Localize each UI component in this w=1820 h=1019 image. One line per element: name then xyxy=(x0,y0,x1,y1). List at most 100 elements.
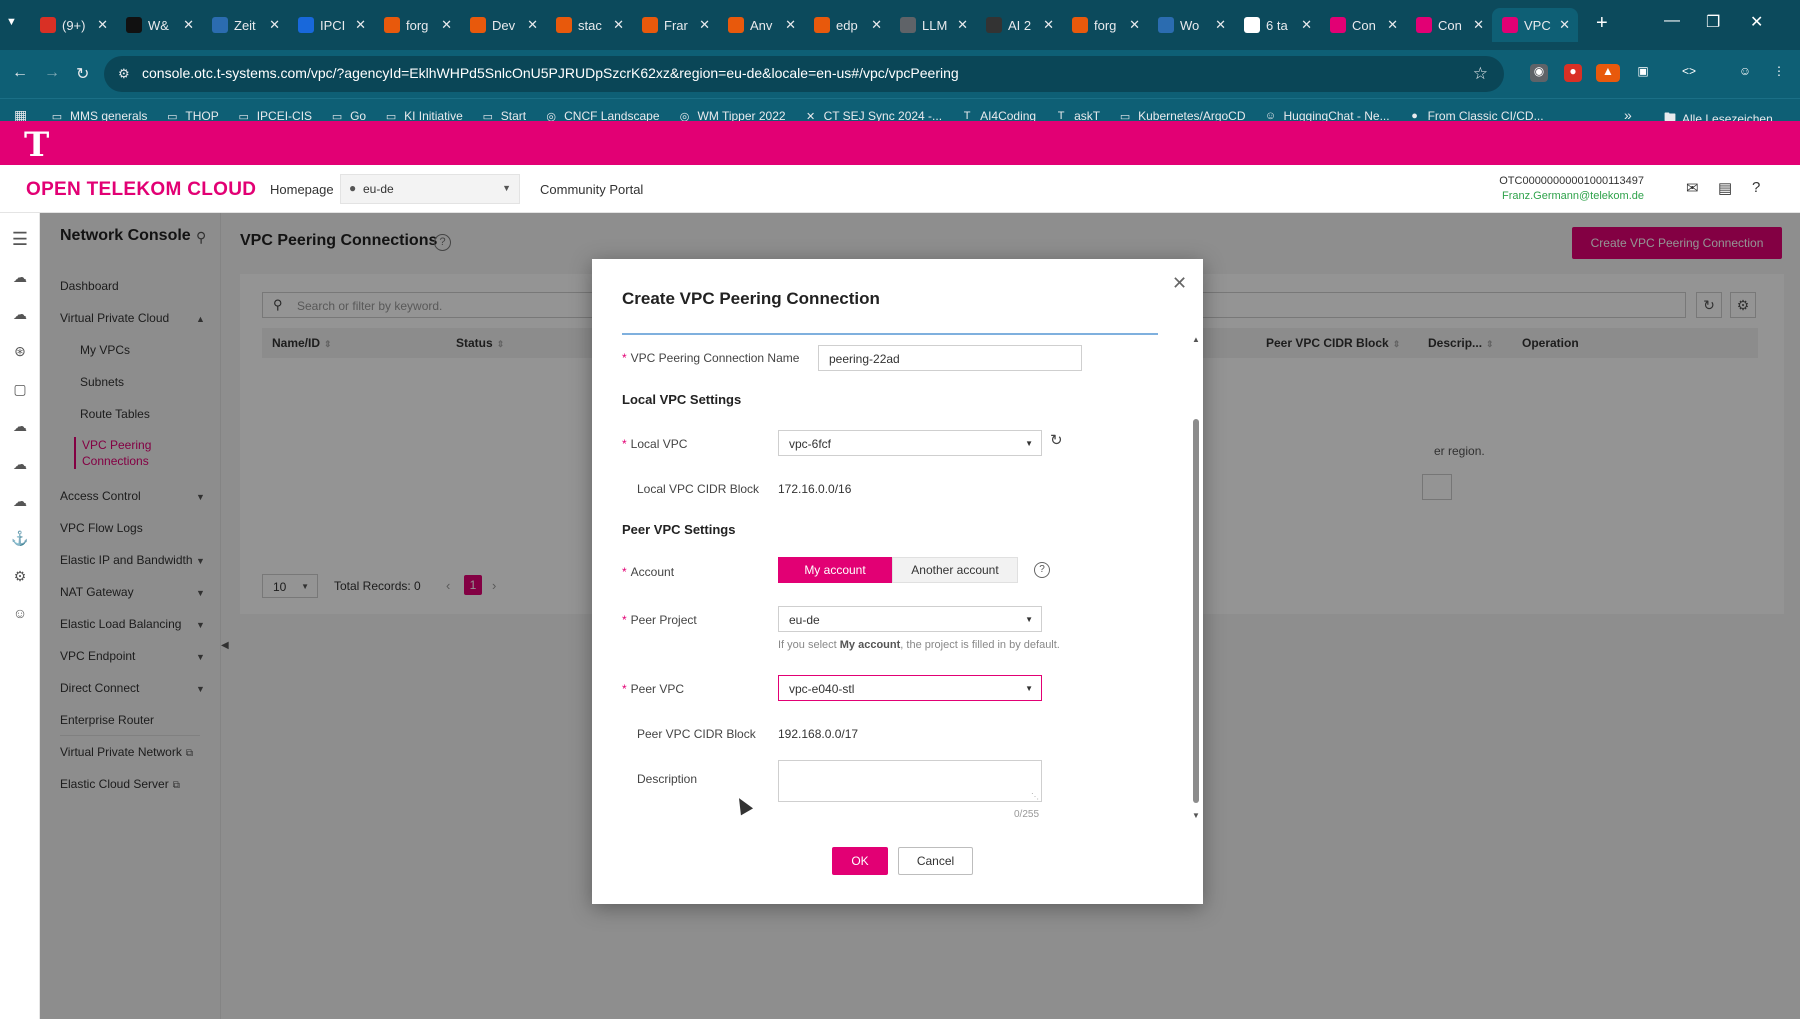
browser-tab[interactable]: Con ✕ xyxy=(1320,8,1406,42)
browser-tab[interactable]: Anv ✕ xyxy=(718,8,804,42)
description-textarea[interactable]: ⋱ xyxy=(778,760,1042,802)
browser-tab[interactable]: W& ✕ xyxy=(116,8,202,42)
browser-tab[interactable]: forg ✕ xyxy=(374,8,460,42)
local-vpc-section-title: Local VPC Settings xyxy=(622,392,742,407)
telekom-t-logo[interactable]: T xyxy=(24,125,49,165)
tab-close-icon[interactable]: ✕ xyxy=(699,17,710,33)
anchor-icon[interactable]: ⚓ xyxy=(10,530,30,548)
chevron-down-icon: ▼ xyxy=(1025,439,1033,448)
window-close-icon[interactable]: ✕ xyxy=(1750,12,1763,32)
extension-icon[interactable]: ▲ xyxy=(1596,64,1620,82)
tab-close-icon[interactable]: ✕ xyxy=(355,17,366,33)
browser-tab[interactable]: Zeit ✕ xyxy=(202,8,288,42)
users-icon[interactable]: ☺ xyxy=(10,605,30,623)
browser-tab[interactable]: Con ✕ xyxy=(1406,8,1492,42)
browser-menu-icon[interactable]: ⋮ xyxy=(1770,64,1788,82)
peering-name-input[interactable]: peering-22ad xyxy=(818,345,1082,371)
tab-close-icon[interactable]: ✕ xyxy=(1559,17,1570,33)
scroll-up-icon[interactable]: ▲ xyxy=(1192,335,1200,344)
extension-icon[interactable]: ● xyxy=(1564,64,1582,82)
region-select[interactable]: ● eu-de ▼ xyxy=(340,174,520,204)
settings-icon[interactable]: ⚙ xyxy=(10,568,30,586)
browser-tab[interactable]: AI 2 ✕ xyxy=(976,8,1062,42)
ok-button[interactable]: OK xyxy=(832,847,888,875)
extensions-puzzle-icon[interactable]: ▣ xyxy=(1634,64,1652,82)
browser-tab[interactable]: (9+) ✕ xyxy=(30,8,116,42)
tab-close-icon[interactable]: ✕ xyxy=(1129,17,1140,33)
cloud-icon[interactable]: ☁ xyxy=(10,418,30,436)
account-email[interactable]: Franz.Germann@telekom.de xyxy=(1470,190,1644,202)
account-id[interactable]: OTC00000000001000113497 xyxy=(1494,175,1644,187)
tab-search-icon[interactable]: ▼ xyxy=(6,16,22,32)
help-icon[interactable]: ? xyxy=(1752,179,1760,196)
bookmark-star-icon[interactable]: ☆ xyxy=(1473,64,1488,84)
browser-tab[interactable]: IPCI ✕ xyxy=(288,8,374,42)
peer-project-select[interactable]: eu-de ▼ xyxy=(778,606,1042,632)
refresh-icon[interactable]: ↻ xyxy=(1050,431,1063,449)
tab-close-icon[interactable]: ✕ xyxy=(1043,17,1054,33)
browser-tab[interactable]: stac ✕ xyxy=(546,8,632,42)
browser-tab[interactable]: VPC ✕ xyxy=(1492,8,1578,42)
tab-close-icon[interactable]: ✕ xyxy=(527,17,538,33)
devtools-icon[interactable]: <> xyxy=(1680,64,1698,82)
homepage-link[interactable]: Homepage xyxy=(270,182,334,197)
tab-close-icon[interactable]: ✕ xyxy=(785,17,796,33)
storage-icon[interactable]: ▢ xyxy=(10,381,30,399)
peer-project-label: * Peer Project xyxy=(622,613,697,627)
another-account-option[interactable]: Another account xyxy=(892,557,1018,583)
cloud-icon[interactable]: ☁ xyxy=(10,493,30,511)
reload-icon[interactable]: ↻ xyxy=(76,64,89,84)
tab-close-icon[interactable]: ✕ xyxy=(97,17,108,33)
dialog-scrollbar[interactable]: ▲ ▼ xyxy=(1192,335,1200,825)
cloud-icon[interactable]: ☁ xyxy=(10,269,30,287)
site-info-icon[interactable]: ⚙ xyxy=(118,66,130,82)
27-favicon-icon xyxy=(986,17,1002,33)
local-vpc-select[interactable]: vpc-6fcf ▼ xyxy=(778,430,1042,456)
cloud-icon[interactable]: ☁ xyxy=(10,306,30,324)
tab-close-icon[interactable]: ✕ xyxy=(957,17,968,33)
close-icon[interactable]: ✕ xyxy=(1172,273,1187,294)
forward-icon[interactable]: → xyxy=(44,64,60,82)
tab-close-icon[interactable]: ✕ xyxy=(1473,17,1484,33)
scroll-down-icon[interactable]: ▼ xyxy=(1192,811,1200,820)
restore-icon[interactable]: ❐ xyxy=(1706,12,1720,32)
tab-close-icon[interactable]: ✕ xyxy=(1215,17,1226,33)
F-favicon-icon xyxy=(384,17,400,33)
browser-tab[interactable]: edp ✕ xyxy=(804,8,890,42)
network-icon[interactable]: ⊛ xyxy=(10,343,30,361)
tab-close-icon[interactable]: ✕ xyxy=(269,17,280,33)
new-tab-icon[interactable]: + xyxy=(1596,12,1608,35)
peer-vpc-select[interactable]: vpc-e040-stl ▼ xyxy=(778,675,1042,701)
address-bar[interactable]: ⚙ console.otc.t-systems.com/vpc/?agencyI… xyxy=(104,56,1504,92)
my-account-option[interactable]: My account xyxy=(778,557,892,583)
browser-tab[interactable]: forg ✕ xyxy=(1062,8,1148,42)
community-portal-link[interactable]: Community Portal xyxy=(540,182,643,197)
scroll-thumb[interactable] xyxy=(1193,419,1199,803)
menu-icon[interactable]: ☰ xyxy=(10,229,30,249)
tab-close-icon[interactable]: ✕ xyxy=(441,17,452,33)
tab-close-icon[interactable]: ✕ xyxy=(613,17,624,33)
cloud-icon[interactable]: ☁ xyxy=(10,456,30,474)
cancel-button[interactable]: Cancel xyxy=(898,847,973,875)
extension-icon[interactable]: ◉ xyxy=(1530,64,1548,82)
F-favicon-icon xyxy=(470,17,486,33)
help-icon[interactable]: ? xyxy=(1034,562,1050,578)
browser-tab[interactable]: Dev ✕ xyxy=(460,8,546,42)
brand-logo[interactable]: OPEN TELEKOM CLOUD xyxy=(26,179,256,201)
tab-close-icon[interactable]: ✕ xyxy=(1301,17,1312,33)
tab-close-icon[interactable]: ✕ xyxy=(183,17,194,33)
back-icon[interactable]: ← xyxy=(12,64,28,82)
stats-icon[interactable]: ▤ xyxy=(1718,179,1732,197)
mail-icon[interactable]: ✉ xyxy=(1686,179,1699,197)
browser-tab[interactable]: LLM ✕ xyxy=(890,8,976,42)
tab-label: IPCI xyxy=(320,17,346,33)
minimize-icon[interactable]: — xyxy=(1664,12,1680,30)
tab-close-icon[interactable]: ✕ xyxy=(1387,17,1398,33)
browser-tab[interactable]: 6 ta ✕ xyxy=(1234,8,1320,42)
browser-tab[interactable]: Wo ✕ xyxy=(1148,8,1234,42)
browser-tab[interactable]: Frar ✕ xyxy=(632,8,718,42)
resize-grip-icon[interactable]: ⋱ xyxy=(1031,792,1039,801)
S-favicon-icon xyxy=(1158,17,1174,33)
profile-icon[interactable]: ☺ xyxy=(1736,64,1754,82)
tab-close-icon[interactable]: ✕ xyxy=(871,17,882,33)
